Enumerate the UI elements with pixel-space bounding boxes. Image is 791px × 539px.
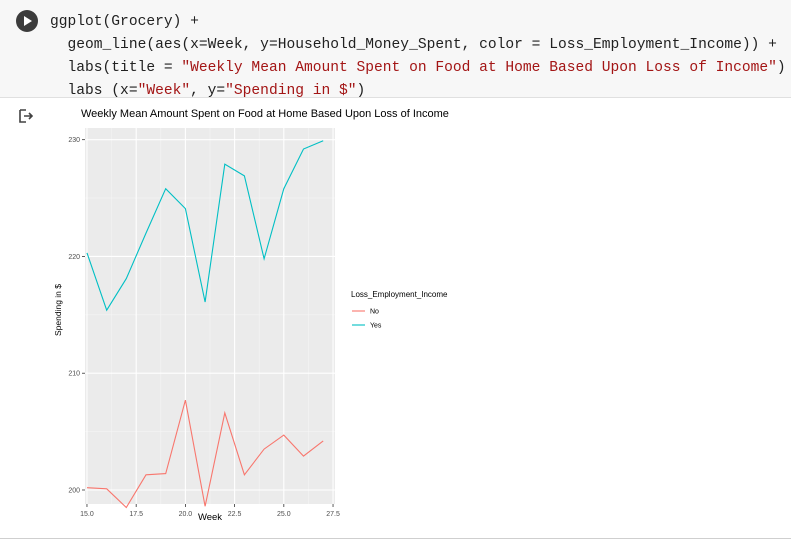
x-tick-label: 15.0 (80, 511, 94, 518)
output-arrow-icon (19, 109, 34, 123)
code-cell[interactable]: ggplot(Grocery) + geom_line(aes(x=Week, … (0, 0, 791, 99)
x-tick-label: 20.0 (179, 511, 193, 518)
line-chart: Weekly Mean Amount Spent on Food at Home… (53, 108, 449, 523)
y-tick-label: 220 (68, 254, 80, 261)
cell-output: Weekly Mean Amount Spent on Food at Home… (0, 98, 791, 539)
x-tick-label: 27.5 (326, 511, 340, 518)
legend: Loss_Employment_Income No Yes (351, 290, 448, 330)
code-line: labs(title = "Weekly Mean Amount Spent o… (50, 60, 786, 76)
x-tick-label: 17.5 (129, 511, 143, 518)
y-axis: 200 210 220 230 (68, 137, 85, 494)
chart-title: Weekly Mean Amount Spent on Food at Home… (81, 108, 449, 120)
y-tick-label: 210 (68, 371, 80, 378)
x-axis-label: Week (198, 512, 222, 523)
legend-label-yes: Yes (370, 323, 382, 330)
code-editor[interactable]: ggplot(Grocery) + geom_line(aes(x=Week, … (50, 11, 791, 103)
code-line: labs (x="Week", y="Spending in $") (50, 83, 366, 99)
x-tick-label: 25.0 (277, 511, 291, 518)
code-line: ggplot(Grocery) + (50, 14, 199, 30)
run-cell-button[interactable] (16, 10, 38, 32)
legend-label-no: No (370, 309, 379, 316)
y-tick-label: 230 (68, 137, 80, 144)
code-line: geom_line(aes(x=Week, y=Household_Money_… (50, 37, 777, 53)
legend-title: Loss_Employment_Income (351, 290, 448, 299)
play-icon (24, 16, 32, 26)
y-tick-label: 200 (68, 487, 80, 494)
x-tick-label: 22.5 (228, 511, 242, 518)
y-axis-label: Spending in $ (53, 284, 63, 336)
